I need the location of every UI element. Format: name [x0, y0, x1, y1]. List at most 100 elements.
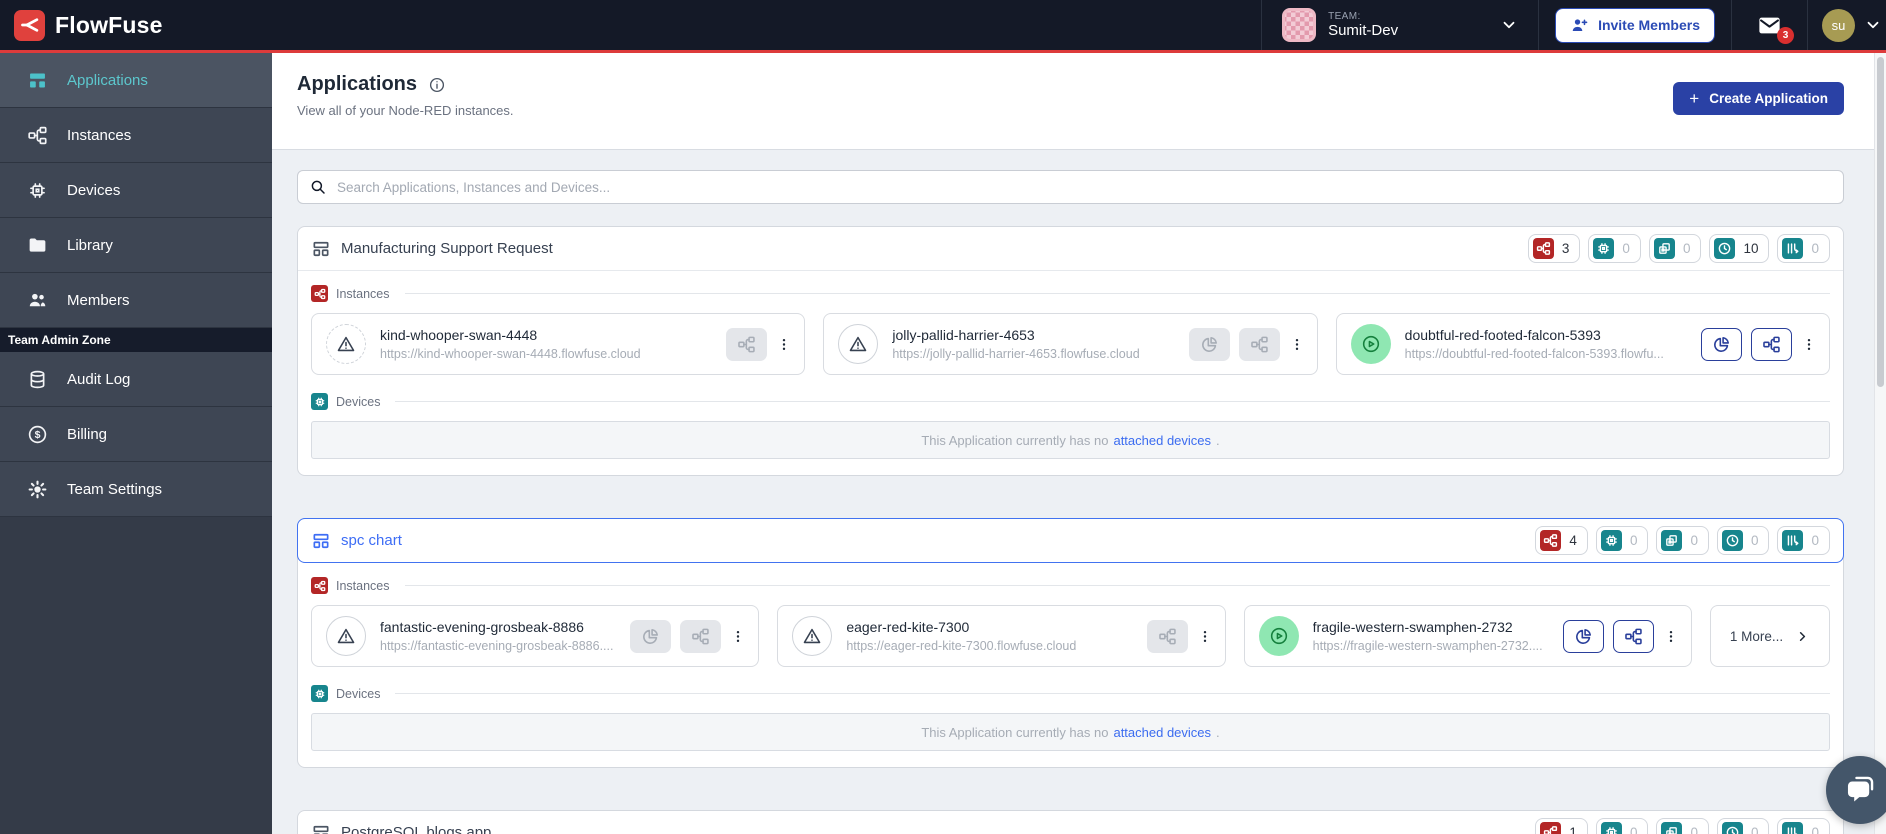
pipelines-icon	[1782, 530, 1804, 551]
open-dashboard-button[interactable]	[1562, 619, 1604, 653]
sidebar-item-devices[interactable]: Devices	[0, 163, 272, 218]
scrollbar-thumb[interactable]	[1877, 57, 1884, 387]
team-selector[interactable]: TEAM: Sumit-Dev	[1262, 0, 1538, 50]
instance-url: https://kind-whooper-swan-4448.flowfuse.…	[380, 347, 641, 361]
open-dashboard-button	[630, 619, 672, 653]
divider	[404, 293, 1830, 294]
devices-count: 0	[1629, 533, 1638, 548]
device-groups-count-badge: 0	[1648, 234, 1702, 263]
pipelines-count-badge: 0	[1777, 818, 1830, 834]
page-subtitle: View all of your Node-RED instances.	[297, 103, 514, 118]
kebab-menu-button[interactable]	[1801, 332, 1817, 356]
application-header[interactable]: spc chart 4 0 0 0 0	[297, 518, 1844, 563]
instance-tile[interactable]: kind-whooper-swan-4448 https://kind-whoo…	[311, 313, 806, 375]
attached-devices-link[interactable]: attached devices	[1113, 433, 1211, 448]
kebab-menu-button[interactable]	[730, 624, 746, 648]
gear-icon	[27, 479, 48, 500]
chat-widget-button[interactable]	[1826, 756, 1886, 824]
sidebar-item-label: Applications	[67, 71, 148, 89]
sidebar-item-label: Instances	[67, 126, 132, 144]
instances-count: 3	[1561, 241, 1570, 256]
sidebar-item-applications[interactable]: Applications	[0, 53, 272, 108]
status-warning-icon	[792, 616, 833, 656]
pipelines-icon	[1782, 822, 1804, 834]
no-devices-text: This Application currently has no	[921, 432, 1109, 448]
open-editor-button[interactable]	[1750, 327, 1792, 361]
device-groups-count-badge: 0	[1656, 818, 1709, 834]
more-instances-button[interactable]: 1 More...	[1709, 605, 1830, 667]
kebab-menu-button[interactable]	[1663, 624, 1679, 648]
instance-url: https://jolly-pallid-harrier-4653.flowfu…	[892, 347, 1140, 361]
application-badges: 1 0 0 0 0	[1535, 818, 1830, 834]
invite-members-label: Invite Members	[1598, 17, 1700, 33]
kebab-menu-button[interactable]	[1197, 624, 1213, 648]
instances-icon	[27, 125, 48, 146]
info-icon[interactable]	[428, 76, 446, 94]
user-menu[interactable]: su	[1808, 0, 1886, 50]
instance-tile[interactable]: eager-red-kite-7300 https://eager-red-ki…	[777, 605, 1226, 667]
sidebar-item-instances[interactable]: Instances	[0, 108, 272, 163]
users-icon	[27, 290, 48, 311]
team-name: Sumit-Dev	[1328, 22, 1399, 40]
no-devices-message: This Application currently has no attach…	[311, 713, 1830, 751]
application-header[interactable]: Manufacturing Support Request 3 0 0 10 0	[298, 227, 1843, 271]
attached-devices-link[interactable]: attached devices	[1113, 725, 1211, 740]
pipelines-count: 0	[1811, 533, 1819, 548]
instances-count: 1	[1569, 825, 1577, 834]
search-input[interactable]	[337, 179, 1832, 195]
svg-text:$: $	[35, 429, 41, 441]
pipelines-icon	[1782, 238, 1804, 259]
sidebar-item-label: Library	[67, 236, 113, 254]
chevron-right-icon	[1800, 631, 1806, 641]
clock-icon	[1721, 822, 1743, 834]
instance-tile[interactable]: doubtful-red-footed-falcon-5393 https://…	[1335, 313, 1830, 375]
application-name: Manufacturing Support Request	[341, 240, 553, 257]
chip-icon	[27, 180, 48, 201]
instances-count: 4	[1569, 533, 1577, 548]
open-dashboard-button[interactable]	[1700, 327, 1742, 361]
instance-name: eager-red-kite-7300	[846, 619, 970, 635]
application-header[interactable]: PostgreSQL blogs app 1 0 0 0 0	[298, 811, 1843, 834]
sidebar: Applications Instances Devices Library M…	[0, 53, 272, 834]
flowfuse-logo-icon	[14, 9, 45, 41]
open-editor-button	[726, 327, 768, 361]
devices-count: 0	[1629, 825, 1638, 834]
instance-tile[interactable]: fantastic-evening-grosbeak-8886 https://…	[311, 605, 760, 667]
kebab-menu-button[interactable]	[776, 332, 792, 356]
devices-count-badge: 0	[1588, 234, 1641, 263]
clock-icon	[1721, 530, 1743, 551]
status-running-icon	[1258, 616, 1299, 656]
create-application-button[interactable]: + Create Application	[1673, 82, 1844, 115]
application-icon	[311, 531, 331, 551]
chat-bubble-icon	[1847, 776, 1874, 802]
sidebar-item-audit-log[interactable]: Audit Log	[0, 352, 272, 407]
pipelines-count-badge: 0	[1777, 234, 1830, 263]
kebab-menu-button[interactable]	[1289, 332, 1305, 356]
devices-section-text: Devices	[336, 686, 381, 701]
applications-icon	[27, 70, 48, 91]
status-warning-icon	[838, 324, 879, 364]
instance-tile[interactable]: jolly-pallid-harrier-4653 https://jolly-…	[823, 313, 1318, 375]
sidebar-item-members[interactable]: Members	[0, 273, 272, 328]
instances-count-badge: 1	[1535, 818, 1588, 834]
device-groups-count: 0	[1690, 825, 1698, 834]
devices-section-text: Devices	[336, 394, 381, 409]
sidebar-item-team-settings[interactable]: Team Settings	[0, 462, 272, 517]
no-devices-period: .	[1216, 432, 1220, 448]
invite-members-button[interactable]: Invite Members	[1555, 7, 1715, 43]
sidebar-item-billing[interactable]: $ Billing	[0, 407, 272, 462]
instance-tile[interactable]: fragile-western-swamphen-2732 https://fr…	[1243, 605, 1692, 667]
chip-icon	[1600, 530, 1622, 551]
notifications-button[interactable]: 3	[1732, 0, 1807, 50]
chip-group-icon	[1653, 238, 1675, 259]
open-editor-button	[1238, 327, 1280, 361]
no-devices-text: This Application currently has no	[921, 724, 1109, 740]
brand-logo[interactable]: FlowFuse	[0, 9, 163, 41]
instance-name: kind-whooper-swan-4448	[380, 327, 538, 343]
chip-icon	[311, 685, 328, 702]
sidebar-item-library[interactable]: Library	[0, 218, 272, 273]
pipelines-count: 0	[1811, 825, 1819, 834]
instances-count-badge: 4	[1535, 526, 1588, 555]
instance-url: https://eager-red-kite-7300.flowfuse.clo…	[846, 639, 1077, 653]
open-editor-button[interactable]	[1612, 619, 1654, 653]
